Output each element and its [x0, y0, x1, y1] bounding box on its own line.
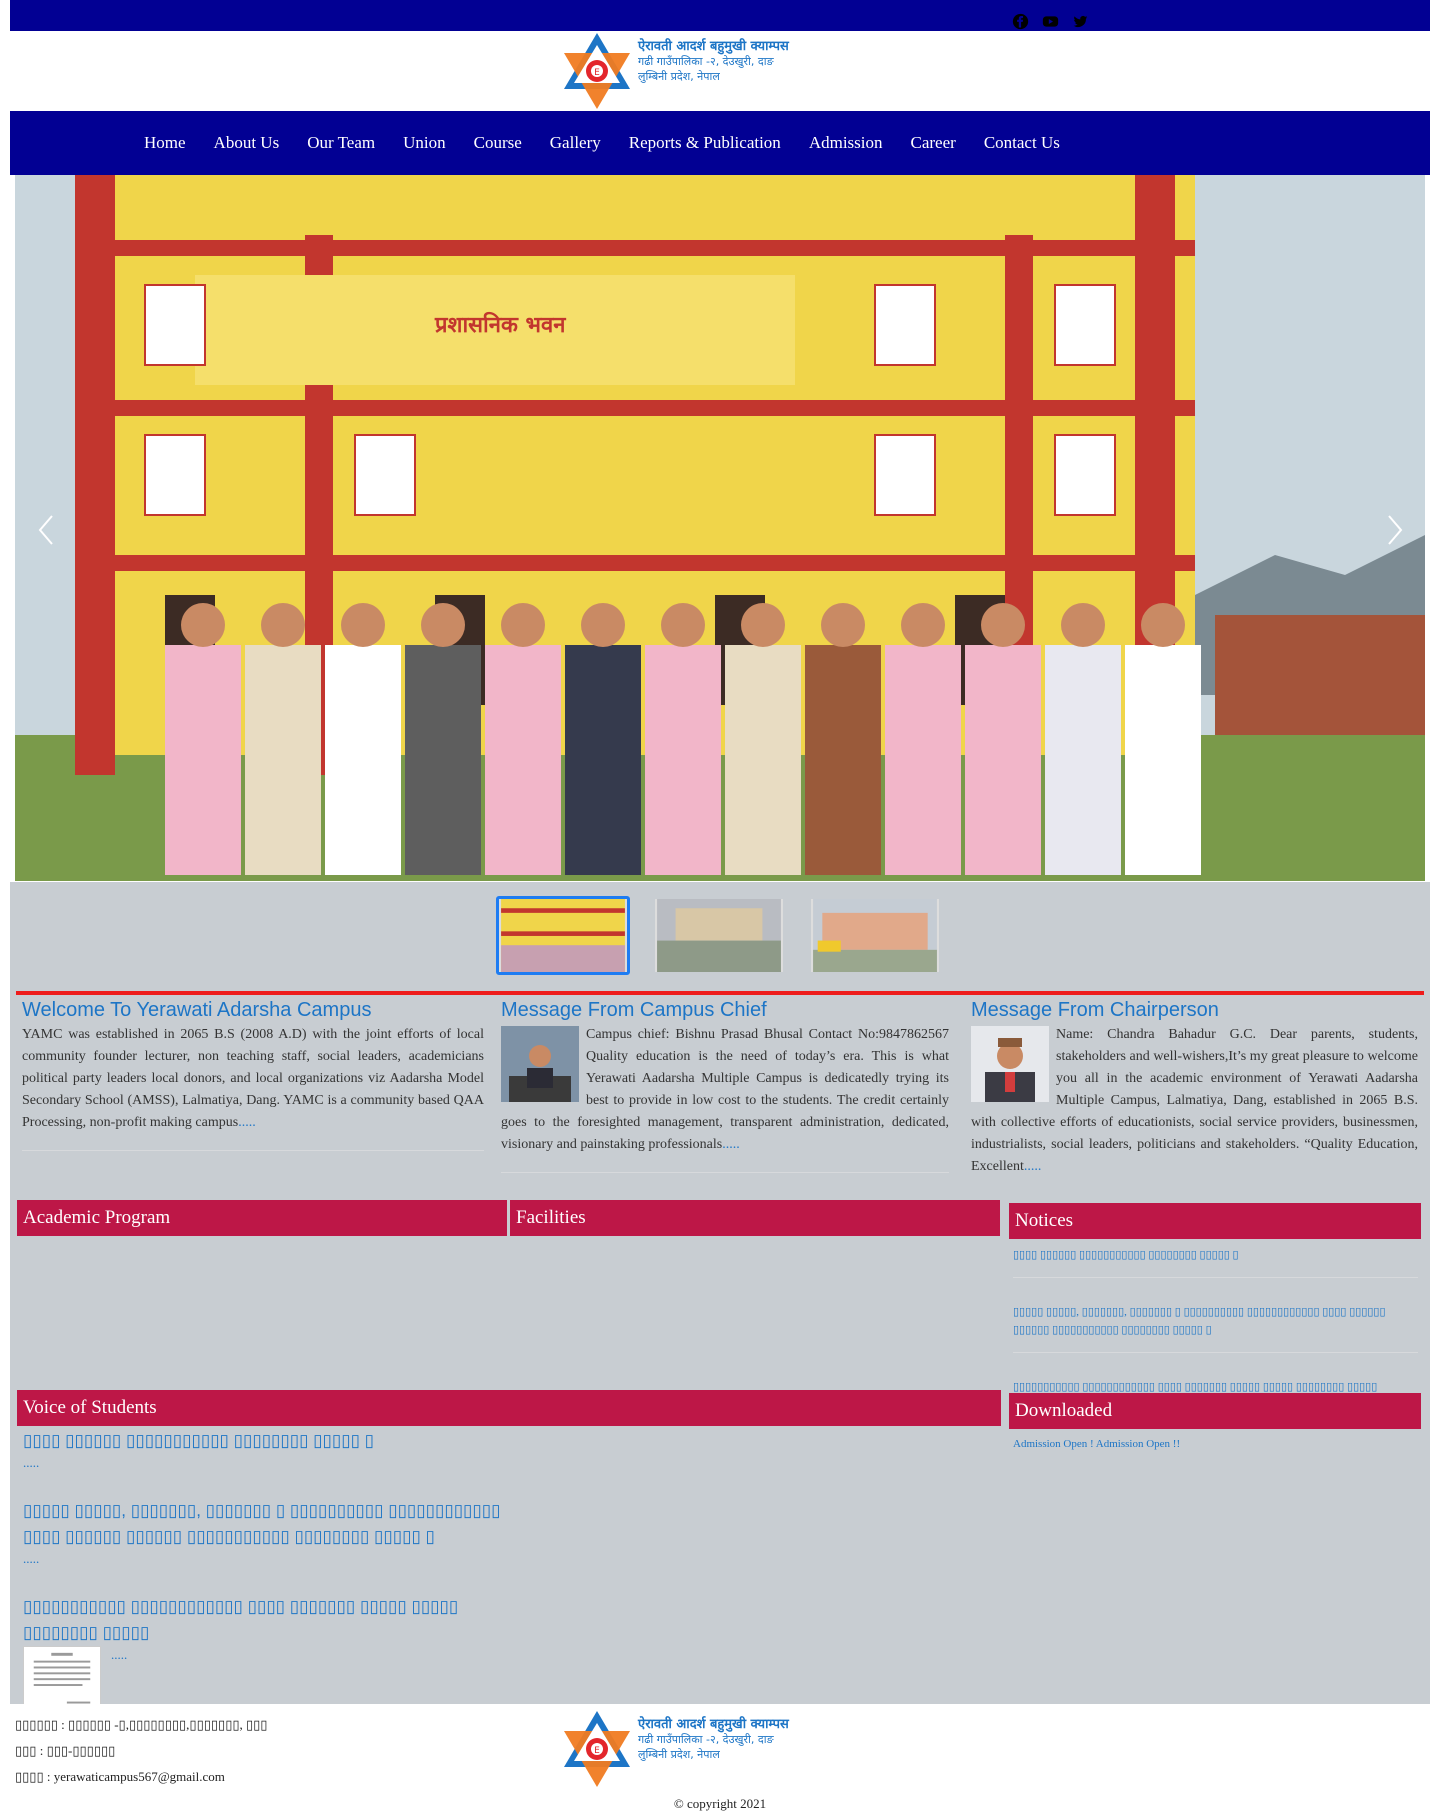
campus-logo[interactable]: E ऐरावती आदर्श बहुमुखी क्याम्पस गढी गाउँ…: [560, 31, 820, 111]
logo-line-1: ऐरावती आदर्श बहुमुखी क्याम्पस: [638, 1717, 789, 1732]
slider-prev-button[interactable]: [34, 510, 58, 550]
footer-address: ▯▯▯▯▯▯ : ▯▯▯▯▯▯ -▯,▯▯▯▯▯▯▯▯,▯▯▯▯▯▯▯, ▯▯▯: [15, 1717, 268, 1732]
facebook-icon[interactable]: [1012, 13, 1029, 30]
social-links: [1012, 13, 1089, 30]
hero-slider[interactable]: प्रशासनिक भवन: [15, 175, 1425, 881]
svg-text:E: E: [594, 68, 600, 78]
logo-line-3: लुम्बिनी प्रदेश, नेपाल: [638, 70, 720, 83]
youtube-icon[interactable]: [1042, 13, 1059, 30]
voice-read-more[interactable]: .....: [111, 1647, 127, 1662]
nav-about-us[interactable]: About Us: [200, 133, 294, 153]
nav-home[interactable]: Home: [130, 133, 200, 153]
downloaded-header: Downloaded: [1009, 1393, 1421, 1429]
chair-message-section: Message From Chairperson Name: Chandra B…: [971, 998, 1418, 1178]
chief-message-title: Message From Campus Chief: [501, 999, 767, 1021]
voice-of-students-header: Voice of Students: [17, 1390, 1001, 1426]
logo-line-2: गढी गाउँपालिका -२, देउखुरी, दाङ: [638, 1733, 774, 1746]
slider-thumbnail[interactable]: [496, 896, 630, 975]
list-item: ▯▯▯▯▯ ▯▯▯▯▯, ▯▯▯▯▯▯▯, ▯▯▯▯▯▯▯ ▯ ▯▯▯▯▯▯▯▯…: [23, 1498, 508, 1568]
logo-line-2: गढी गाउँपालिका -२, देउखुरी, दाङ: [638, 55, 774, 68]
slider-thumbnails: [496, 896, 942, 975]
notice-item[interactable]: ▯▯▯▯ ▯▯▯▯▯▯ ▯▯▯▯▯▯▯▯▯▯▯ ▯▯▯▯▯▯▯▯ ▯▯▯▯▯ ▯: [1013, 1246, 1418, 1277]
welcome-section: Welcome To Yerawati Adarsha Campus YAMC …: [22, 998, 484, 1151]
nav-course[interactable]: Course: [460, 133, 536, 153]
notice-list: ▯▯▯▯ ▯▯▯▯▯▯ ▯▯▯▯▯▯▯▯▯▯▯ ▯▯▯▯▯▯▯▯ ▯▯▯▯▯ ▯…: [1013, 1246, 1418, 1466]
footer-contact: ▯▯▯▯▯▯ : ▯▯▯▯▯▯ -▯,▯▯▯▯▯▯▯▯,▯▯▯▯▯▯▯, ▯▯▯…: [15, 1712, 267, 1790]
nav-contact-us[interactable]: Contact Us: [970, 133, 1074, 153]
chief-read-more[interactable]: .....: [722, 1137, 740, 1152]
svg-text:E: E: [594, 1746, 600, 1756]
voice-title[interactable]: ▯▯▯▯▯▯▯▯▯▯▯ ▯▯▯▯▯▯▯▯▯▯▯▯ ▯▯▯▯ ▯▯▯▯▯▯▯ ▯▯…: [23, 1594, 508, 1646]
nav-our-team[interactable]: Our Team: [293, 133, 389, 153]
nav-career[interactable]: Career: [897, 133, 970, 153]
voice-read-more[interactable]: .....: [23, 1550, 508, 1568]
main-nav: Home About Us Our Team Union Course Gall…: [10, 111, 1430, 175]
welcome-read-more[interactable]: .....: [238, 1115, 256, 1130]
notices-header: Notices: [1009, 1203, 1421, 1239]
logo-line-3: लुम्बिनी प्रदेश, नेपाल: [638, 1748, 720, 1761]
slider-thumbnail[interactable]: [808, 896, 942, 975]
chairperson-photo: [971, 1026, 1049, 1102]
nav-reports-publication[interactable]: Reports & Publication: [615, 133, 795, 153]
chevron-left-icon: [38, 515, 53, 545]
nav-gallery[interactable]: Gallery: [536, 133, 615, 153]
list-item: ▯▯▯▯ ▯▯▯▯▯▯ ▯▯▯▯▯▯▯▯▯▯▯ ▯▯▯▯▯▯▯▯ ▯▯▯▯▯ ▯…: [23, 1428, 508, 1472]
chair-message-title: Message From Chairperson: [971, 999, 1219, 1021]
logo-emblem-icon: E: [564, 33, 630, 109]
footer-email[interactable]: ▯▯▯▯ : yerawaticampus567@gmail.com: [15, 1764, 267, 1790]
slider-next-button[interactable]: [1383, 510, 1407, 550]
chair-read-more[interactable]: .....: [1024, 1159, 1042, 1174]
campus-chief-photo: [501, 1026, 579, 1102]
slider-thumbnail[interactable]: [652, 896, 786, 975]
nav-union[interactable]: Union: [389, 133, 460, 153]
hero-photo: प्रशासनिक भवन: [15, 175, 1425, 881]
academic-program-header: Academic Program: [17, 1200, 507, 1236]
logo-emblem-icon: E: [564, 1711, 630, 1787]
chevron-right-icon: [1388, 515, 1403, 545]
footer-logo[interactable]: E ऐरावती आदर्श बहुमुखी क्याम्पस गढी गाउँ…: [560, 1709, 820, 1789]
logo-line-1: ऐरावती आदर्श बहुमुखी क्याम्पस: [638, 39, 789, 54]
nav-admission[interactable]: Admission: [795, 133, 897, 153]
copyright: © copyright 2021: [673, 1796, 767, 1811]
voice-of-students-list: ▯▯▯▯ ▯▯▯▯▯▯ ▯▯▯▯▯▯▯▯▯▯▯ ▯▯▯▯▯▯▯▯ ▯▯▯▯▯ ▯…: [23, 1428, 508, 1745]
chief-message-section: Message From Campus Chief Campus chief: …: [501, 998, 949, 1173]
top-bar: [10, 0, 1430, 31]
facilities-header: Facilities: [510, 1200, 1000, 1236]
welcome-body: YAMC was established in 2065 B.S (2008 A…: [22, 1027, 484, 1130]
twitter-icon[interactable]: [1072, 13, 1089, 30]
site-footer: ▯▯▯▯▯▯ : ▯▯▯▯▯▯ -▯,▯▯▯▯▯▯▯▯,▯▯▯▯▯▯▯, ▯▯▯…: [10, 1704, 1430, 1817]
building-sign: प्रशासनिक भवन: [434, 311, 566, 338]
section-divider: [16, 991, 1424, 995]
notice-item[interactable]: Admission Open ! Admission Open !!: [1013, 1435, 1418, 1466]
voice-title[interactable]: ▯▯▯▯ ▯▯▯▯▯▯ ▯▯▯▯▯▯▯▯▯▯▯ ▯▯▯▯▯▯▯▯ ▯▯▯▯▯ ▯: [23, 1428, 508, 1454]
voice-title[interactable]: ▯▯▯▯▯ ▯▯▯▯▯, ▯▯▯▯▯▯▯, ▯▯▯▯▯▯▯ ▯ ▯▯▯▯▯▯▯▯…: [23, 1498, 508, 1550]
site-header: E ऐरावती आदर्श बहुमुखी क्याम्पस गढी गाउँ…: [10, 31, 1430, 111]
welcome-title: Welcome To Yerawati Adarsha Campus: [22, 999, 372, 1021]
footer-phone: ▯▯▯ : ▯▯▯-▯▯▯▯▯▯: [15, 1743, 116, 1758]
voice-read-more[interactable]: .....: [23, 1454, 508, 1472]
notice-item[interactable]: ▯▯▯▯▯ ▯▯▯▯▯, ▯▯▯▯▯▯▯, ▯▯▯▯▯▯▯ ▯ ▯▯▯▯▯▯▯▯…: [1013, 1303, 1418, 1352]
